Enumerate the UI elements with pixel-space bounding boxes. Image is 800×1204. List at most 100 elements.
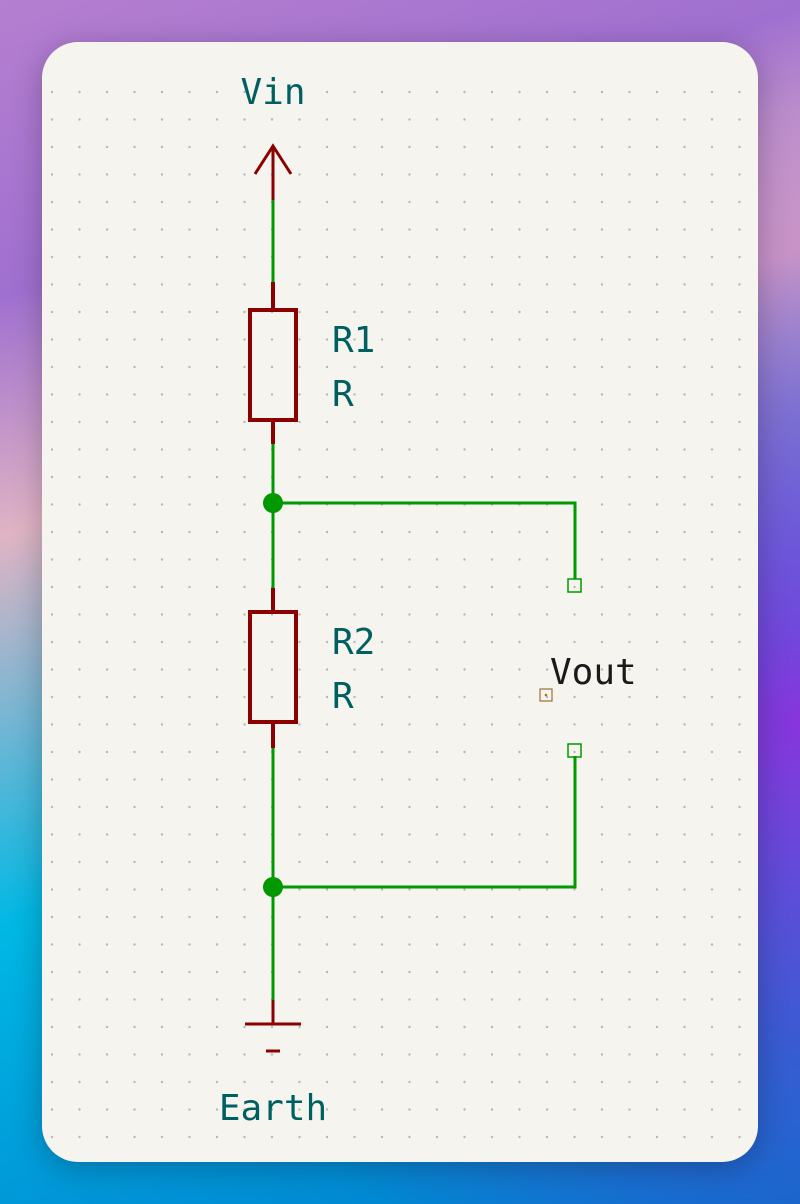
grid-dot (188, 805, 191, 809)
grid-dot (408, 778, 411, 781)
grid-dot (655, 1053, 659, 1056)
grid-dot (243, 695, 246, 699)
grid-dot (50, 310, 54, 314)
grid-dot (380, 833, 384, 836)
grid-dot (738, 365, 741, 369)
grid-dot (545, 420, 549, 424)
resistor-r1[interactable] (248, 282, 298, 444)
grid-dot (655, 200, 659, 204)
grid-dot (78, 530, 81, 534)
grid-dot (683, 695, 686, 699)
grid-dot (683, 860, 686, 864)
connector-pin-2[interactable] (567, 743, 582, 758)
grid-dot (298, 1135, 301, 1139)
grid-dot (353, 200, 356, 204)
grid-dot (215, 860, 219, 864)
grid-dot (160, 943, 164, 946)
grid-dot (435, 448, 439, 451)
grid-dot (463, 860, 466, 864)
grid-dot (628, 145, 631, 149)
grid-dot (78, 970, 81, 974)
grid-dot (600, 200, 604, 204)
grid-dot (710, 1053, 714, 1056)
grid-dot (270, 1025, 274, 1029)
grid-dot (435, 915, 439, 919)
grid-dot (628, 915, 631, 919)
grid-dot (683, 998, 686, 1001)
grid-dot (243, 750, 246, 754)
resistor-r2[interactable] (248, 588, 298, 748)
grid-dot (78, 1080, 81, 1084)
grid-dot (463, 1135, 466, 1139)
grid-dot (243, 338, 246, 341)
grid-dot (105, 613, 109, 616)
grid-dot (490, 420, 494, 424)
grid-dot (243, 1135, 246, 1139)
grid-dot (133, 1080, 136, 1084)
grid-dot (545, 888, 549, 891)
grid-dot (380, 1053, 384, 1056)
schematic-sheet[interactable]: Vin R1 R R2 R Vout Earth (42, 42, 758, 1162)
grid-dot (50, 420, 54, 424)
grid-dot (133, 90, 136, 94)
grid-dot (545, 1025, 549, 1029)
grid-dot (463, 1053, 466, 1056)
grid-dot (133, 613, 136, 616)
grid-dot (518, 420, 521, 424)
grid-dot (683, 1025, 686, 1029)
grid-dot (573, 173, 576, 176)
ground-icon[interactable] (245, 1000, 301, 1053)
grid-dot (353, 420, 356, 424)
grid-dot (380, 255, 384, 259)
grid-dot (78, 1025, 81, 1029)
grid-dot (518, 365, 521, 369)
grid-dot (655, 805, 659, 809)
grid-dot (435, 283, 439, 286)
grid-dot (78, 1135, 81, 1139)
grid-dot (188, 255, 191, 259)
grid-dot (463, 1080, 466, 1084)
grid-dot (353, 613, 356, 616)
grid-dot (655, 668, 659, 671)
grid-dot (160, 338, 164, 341)
grid-dot (683, 888, 686, 891)
grid-dot (133, 695, 136, 699)
grid-dot (133, 420, 136, 424)
grid-dot (490, 558, 494, 561)
grid-dot (463, 365, 466, 369)
grid-dot (408, 888, 411, 891)
power-arrow-icon[interactable] (253, 143, 293, 200)
grid-dot (710, 365, 714, 369)
grid-dot (353, 833, 356, 836)
grid-dot (380, 283, 384, 286)
schematic-canvas[interactable]: Vin R1 R R2 R Vout Earth (42, 42, 758, 1162)
grid-dot (408, 475, 411, 479)
grid-dot (298, 833, 301, 836)
grid-dot (353, 723, 356, 726)
grid-dot (325, 668, 329, 671)
grid-dot (655, 1025, 659, 1029)
grid-dot (353, 585, 356, 589)
grid-dot (545, 1053, 549, 1056)
grid-dot (463, 640, 466, 644)
grid-dot (573, 750, 576, 754)
grid-dot (380, 530, 384, 534)
grid-dot (105, 1108, 109, 1111)
grid-dot (133, 338, 136, 341)
grid-dot (463, 888, 466, 891)
grid-dot (188, 338, 191, 341)
grid-dot (188, 998, 191, 1001)
grid-dot (105, 228, 109, 231)
grid-dot (380, 173, 384, 176)
grid-dot (78, 750, 81, 754)
grid-dot (78, 503, 81, 506)
grid-dot (628, 530, 631, 534)
grid-dot (325, 118, 329, 121)
junction-dot[interactable] (263, 877, 283, 897)
grid-dot (518, 640, 521, 644)
grid-dot (353, 860, 356, 864)
grid-dot (325, 1135, 329, 1139)
grid-dot (408, 860, 411, 864)
connector-pin-1[interactable] (567, 578, 582, 593)
junction-dot[interactable] (263, 493, 283, 513)
